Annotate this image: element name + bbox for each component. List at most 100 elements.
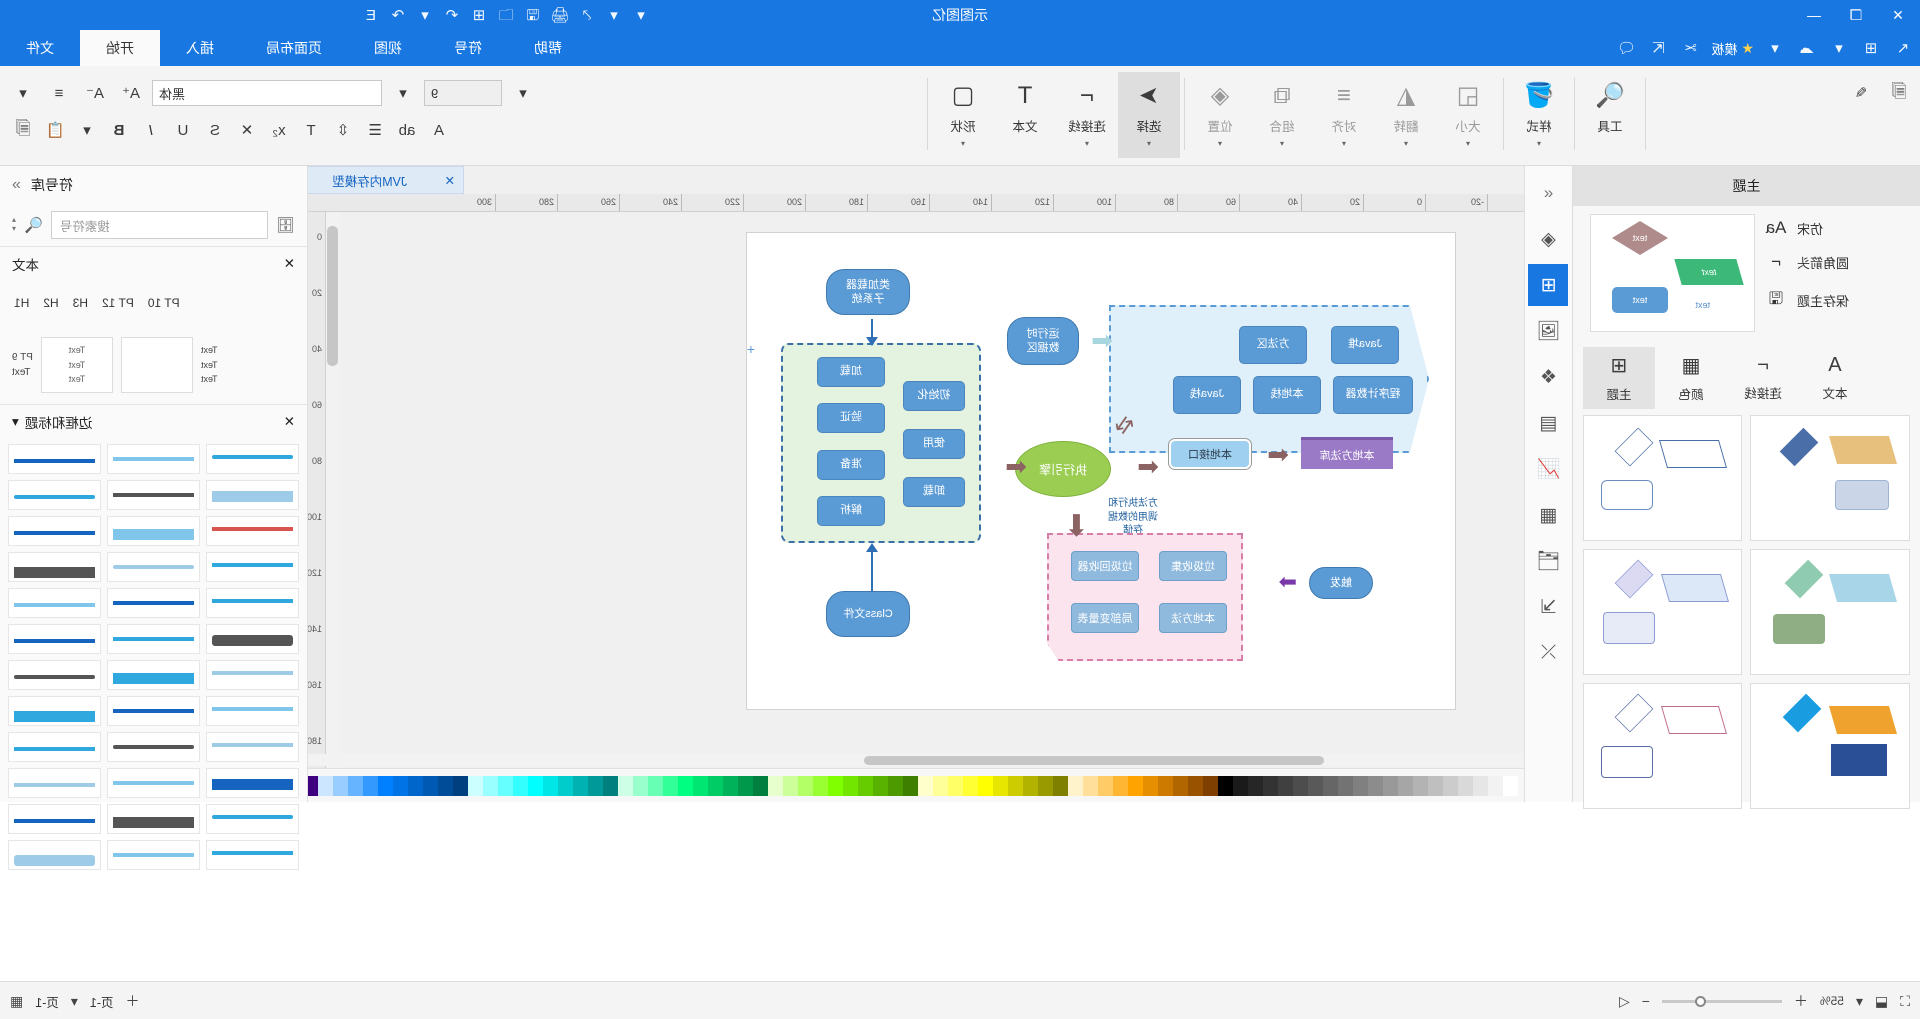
symbol-grid-cell[interactable] — [8, 732, 101, 762]
color-swatch[interactable] — [978, 775, 993, 796]
heading-size-pt12[interactable]: PT 12 — [102, 296, 134, 310]
symbol-grid-cell[interactable] — [206, 552, 299, 582]
color-swatch[interactable] — [633, 775, 648, 796]
tab-help[interactable]: 帮助 — [508, 30, 588, 66]
node-execution-engine[interactable]: 执行引擎 — [1015, 441, 1111, 497]
zoom-caret-icon[interactable]: ▾ — [1856, 993, 1863, 1010]
theme-swatch-card[interactable] — [1583, 683, 1743, 809]
heading-size-h1[interactable]: H1 — [14, 296, 29, 310]
color-swatch[interactable] — [1263, 775, 1278, 796]
strikethrough-icon[interactable]: S — [200, 116, 230, 144]
symbol-grid-cell[interactable] — [107, 768, 200, 798]
theme-option-connector[interactable]: 圆角箭头 ⌐ — [1765, 252, 1920, 272]
ribbon-button-tools[interactable]: 🔍 工具 — [1579, 72, 1641, 158]
theme-option-font[interactable]: 仿宋 Aa — [1765, 218, 1920, 238]
color-swatch[interactable] — [648, 775, 663, 796]
theme-swatch-card[interactable] — [1750, 415, 1910, 541]
tab-symbol[interactable]: 符号 — [428, 30, 508, 66]
color-swatch[interactable] — [783, 775, 798, 796]
color-swatch[interactable] — [1458, 775, 1473, 796]
color-swatch[interactable] — [1428, 775, 1443, 796]
subscript-icon[interactable]: x₂ — [264, 116, 294, 144]
pointer-icon[interactable]: ⇱ — [1647, 37, 1669, 59]
color-swatch[interactable] — [663, 775, 678, 796]
color-swatch[interactable] — [513, 775, 528, 796]
fullscreen-icon[interactable]: ⬓ — [1875, 993, 1888, 1010]
color-swatch[interactable] — [768, 775, 783, 796]
symbol-grid-cell[interactable] — [206, 840, 299, 870]
grid-caret-icon[interactable]: ▾ — [1828, 37, 1850, 59]
symbol-grid-cell[interactable] — [107, 732, 200, 762]
color-swatch[interactable] — [813, 775, 828, 796]
node-preparation[interactable]: 准备 — [817, 450, 885, 480]
node-resolution[interactable]: 解析 — [817, 496, 885, 526]
color-swatch[interactable] — [1278, 775, 1293, 796]
format-caret-icon[interactable]: ▾ — [72, 116, 102, 144]
node-method-area[interactable]: 方法区 — [1239, 326, 1307, 364]
chevron-down-icon[interactable]: ▾ — [1085, 139, 1089, 148]
print-icon[interactable]: 🖨 — [549, 4, 571, 26]
rail-button-table[interactable]: ▦ — [1529, 494, 1569, 536]
heading-size-h2[interactable]: H2 — [43, 296, 58, 310]
node-trigger[interactable]: 触发 — [1309, 567, 1373, 599]
panel-tab-text[interactable]: A 本文 — [1799, 347, 1871, 409]
redo-dropdown-icon[interactable]: ▾ — [414, 4, 436, 26]
color-swatch[interactable] — [1188, 775, 1203, 796]
symbol-grid-cell[interactable] — [107, 552, 200, 582]
text-preview-card-lines[interactable]: Text Text Text — [40, 337, 113, 393]
increase-font-icon[interactable]: A⁺ — [116, 80, 146, 106]
color-swatch[interactable] — [1248, 775, 1263, 796]
canvas-area[interactable]: ✕ JVM内存模型 ◩ -200204060801001201401601802… — [0, 166, 1524, 802]
symbol-grid-cell[interactable] — [107, 444, 200, 474]
color-swatch[interactable] — [708, 775, 723, 796]
symbol-grid-cell[interactable] — [8, 444, 101, 474]
color-palette[interactable]: ◆ — [0, 768, 1524, 802]
color-swatch[interactable] — [558, 775, 573, 796]
document-tab-close-icon[interactable]: ✕ — [445, 173, 455, 188]
symbol-grid-cell[interactable] — [206, 480, 299, 510]
color-swatch[interactable] — [333, 775, 348, 796]
dropdown-caret-icon[interactable]: ▾ — [630, 4, 652, 26]
symbol-grid-cell[interactable] — [8, 480, 101, 510]
symbol-grid-cell[interactable] — [8, 804, 101, 834]
rail-button-chart[interactable]: 📈 — [1529, 448, 1569, 490]
color-swatch[interactable] — [1338, 775, 1353, 796]
color-swatch[interactable] — [1368, 775, 1383, 796]
cloud-icon[interactable]: ☁ — [1796, 37, 1818, 59]
theme-swatch-card[interactable] — [1583, 549, 1743, 675]
node-native-stack[interactable]: 本地栈 — [1253, 376, 1321, 414]
copy-format-icon[interactable]: 🗐 — [1884, 80, 1914, 106]
color-swatch[interactable] — [573, 775, 588, 796]
cloud-caret-icon[interactable]: ▾ — [1764, 37, 1786, 59]
tab-page-layout[interactable]: 页面布局 — [240, 30, 348, 66]
rail-button-arrange[interactable]: ⇲ — [1529, 586, 1569, 628]
tab-view[interactable]: 视图 — [348, 30, 428, 66]
vertical-scrollbar-thumb[interactable] — [327, 226, 338, 366]
symbol-grid-cell[interactable] — [8, 660, 101, 690]
color-swatch[interactable] — [528, 775, 543, 796]
tab-start[interactable]: 开始 — [80, 30, 160, 66]
color-swatch[interactable] — [933, 775, 948, 796]
node-garbage-collection[interactable]: 垃圾收集 — [1159, 551, 1227, 581]
redo-icon[interactable]: ↷ — [387, 4, 409, 26]
library-icon[interactable]: 🗄 — [276, 216, 295, 234]
symbol-grid-cell[interactable] — [8, 624, 101, 654]
color-swatch[interactable] — [1128, 775, 1143, 796]
color-swatch[interactable] — [993, 775, 1008, 796]
color-swatch[interactable] — [1293, 775, 1308, 796]
decrease-font-icon[interactable]: A⁻ — [80, 80, 110, 106]
clear-format-icon[interactable]: ✕ — [232, 116, 262, 144]
color-swatch[interactable] — [378, 775, 393, 796]
color-swatch[interactable] — [1113, 775, 1128, 796]
color-swatch[interactable] — [1143, 775, 1158, 796]
template-chip[interactable]: ★ 模板 — [1711, 39, 1754, 58]
theme-preview[interactable]: text text text text — [1590, 214, 1755, 332]
rail-button-pages[interactable]: ▤ — [1529, 402, 1569, 444]
canvas-add-button[interactable]: + — [747, 341, 755, 357]
search-input[interactable]: 搜索符号 — [50, 211, 268, 239]
close-window-button[interactable]: ✕ — [1884, 1, 1912, 29]
symbol-grid-cell[interactable] — [107, 624, 200, 654]
color-swatch[interactable] — [363, 775, 378, 796]
collapse-panel-button[interactable]: « — [1529, 172, 1569, 214]
color-swatch[interactable] — [723, 775, 738, 796]
